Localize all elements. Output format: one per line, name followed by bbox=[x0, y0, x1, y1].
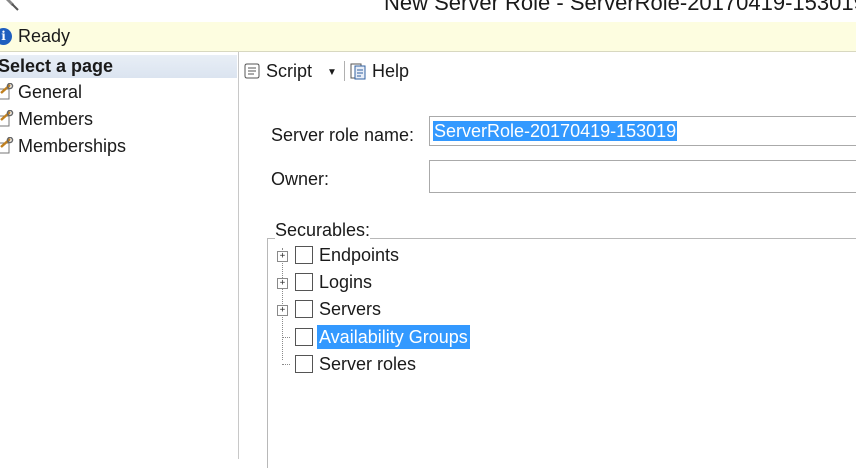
script-label: Script bbox=[266, 61, 313, 81]
help-label: Help bbox=[372, 61, 410, 81]
owner-label: Owner: bbox=[271, 169, 330, 189]
owner-input[interactable] bbox=[429, 160, 856, 193]
server-role-name-label: Server role name: bbox=[271, 125, 415, 145]
page-item-label: Memberships bbox=[18, 136, 127, 156]
page-selector-header: Select a page bbox=[0, 55, 237, 78]
tree-connector-line bbox=[282, 364, 290, 365]
expand-icon[interactable]: + bbox=[277, 305, 288, 316]
server-role-name-input[interactable]: ServerRole-20170419-153019 bbox=[429, 116, 856, 146]
expand-icon[interactable]: + bbox=[277, 278, 288, 289]
expand-icon[interactable]: + bbox=[277, 251, 288, 262]
tree-item-label: Logins bbox=[319, 272, 373, 292]
securable-checkbox[interactable] bbox=[295, 328, 313, 346]
title-bar: New Server Role - ServerRole-20170419-15… bbox=[0, 0, 856, 22]
page-selector-panel: Select a page General Members Membership… bbox=[0, 52, 239, 459]
toolbar: Script ▼ Help bbox=[239, 52, 856, 88]
wrench-page-icon bbox=[0, 83, 14, 100]
page-item-members[interactable]: Members bbox=[0, 106, 93, 132]
script-icon bbox=[244, 63, 260, 79]
help-icon bbox=[350, 63, 366, 80]
page-item-memberships[interactable]: Memberships bbox=[0, 133, 126, 159]
tree-item-label: Availability Groups bbox=[317, 325, 470, 349]
info-icon: i bbox=[0, 28, 12, 45]
help-button[interactable]: Help bbox=[349, 59, 409, 83]
tree-connector-line bbox=[282, 337, 290, 338]
page-item-label: General bbox=[18, 82, 83, 102]
securable-checkbox[interactable] bbox=[295, 355, 313, 373]
window-title: New Server Role - ServerRole-20170419-15… bbox=[384, 0, 856, 15]
tree-connector-line bbox=[282, 248, 283, 360]
securable-checkbox[interactable] bbox=[295, 300, 313, 318]
securable-checkbox[interactable] bbox=[295, 273, 313, 291]
securable-checkbox[interactable] bbox=[295, 246, 313, 264]
status-text: Ready bbox=[18, 26, 71, 46]
general-page-panel: Script ▼ Help Server role name: ServerRo… bbox=[239, 52, 856, 468]
securables-label: Securables: bbox=[275, 220, 371, 241]
tree-item-label: Server roles bbox=[319, 354, 417, 374]
tree-item-label: Servers bbox=[319, 299, 382, 319]
script-button[interactable]: Script ▼ bbox=[243, 59, 337, 83]
wrench-page-icon bbox=[0, 137, 14, 154]
app-icon bbox=[6, 0, 19, 11]
toolbar-separator bbox=[344, 61, 345, 81]
page-item-label: Members bbox=[18, 109, 94, 129]
wrench-page-icon bbox=[0, 110, 14, 127]
page-item-general[interactable]: General bbox=[0, 79, 82, 105]
server-role-name-value: ServerRole-20170419-153019 bbox=[433, 121, 678, 141]
chevron-down-icon[interactable]: ▼ bbox=[327, 67, 337, 78]
status-bar: i Ready bbox=[0, 22, 856, 52]
tree-item-label: Endpoints bbox=[319, 245, 400, 265]
